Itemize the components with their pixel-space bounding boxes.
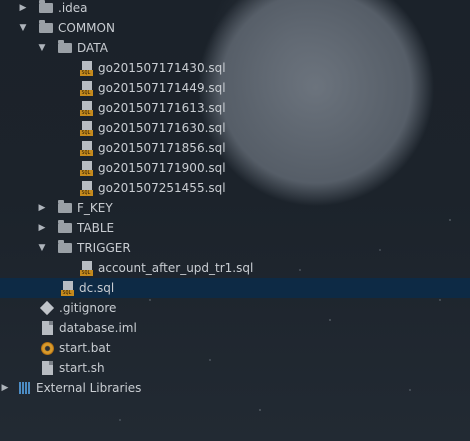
tree-item-dc-sql[interactable]: SQL dc.sql [0,278,470,298]
tree-item-common[interactable]: ▼ COMMON [0,18,470,38]
tree-item-label: database.iml [59,321,137,335]
collapse-arrow-icon[interactable]: ▼ [18,18,28,38]
sql-file-icon: SQL [78,160,94,176]
tree-item-sql-file[interactable]: SQL go201507171430.sql [0,58,470,78]
tree-item-idea[interactable]: ▶ .idea [0,0,470,18]
sql-file-icon: SQL [78,260,94,276]
tree-item-data[interactable]: ▼ DATA [0,38,470,58]
expand-arrow-icon[interactable]: ▶ [0,378,10,398]
sql-file-icon: SQL [78,140,94,156]
tree-item-start-bat[interactable]: start.bat [0,338,470,358]
tree-item-label: start.sh [59,361,105,375]
folder-icon [57,240,73,256]
tree-item-label: account_after_upd_tr1.sql [98,261,254,275]
tree-item-sql-file[interactable]: SQL go201507171630.sql [0,118,470,138]
folder-icon [57,200,73,216]
tree-item-label: External Libraries [36,381,142,395]
expand-arrow-icon[interactable]: ▶ [37,198,47,218]
tree-item-sql-file[interactable]: SQL go201507171856.sql [0,138,470,158]
shell-file-icon [39,360,55,376]
folder-icon [57,40,73,56]
sql-file-icon: SQL [78,60,94,76]
tree-item-sql-file[interactable]: SQL go201507171449.sql [0,78,470,98]
tree-item-sql-file[interactable]: SQL account_after_upd_tr1.sql [0,258,470,278]
sql-file-icon: SQL [78,80,94,96]
tree-item-label: go201507171449.sql [98,81,226,95]
collapse-arrow-icon[interactable]: ▼ [37,238,47,258]
sql-file-icon: SQL [78,100,94,116]
tree-item-label: TRIGGER [77,241,131,255]
tree-item-label: TABLE [77,221,115,235]
tree-item-sql-file[interactable]: SQL go201507171613.sql [0,98,470,118]
tree-item-start-sh[interactable]: start.sh [0,358,470,378]
tree-item-label: go201507251455.sql [98,181,226,195]
tree-item-label: go201507171630.sql [98,121,226,135]
libraries-icon [16,380,32,396]
tree-item-label: DATA [77,41,108,55]
tree-item-label: go201507171430.sql [98,61,226,75]
tree-item-trigger[interactable]: ▼ TRIGGER [0,238,470,258]
tree-item-label: start.bat [59,341,111,355]
batch-file-icon [39,340,55,356]
tree-item-label: dc.sql [79,281,115,295]
tree-item-f-key[interactable]: ▶ F_KEY [0,198,470,218]
expand-arrow-icon[interactable]: ▶ [37,218,47,238]
tree-item-label: .idea [58,1,88,15]
tree-item-sql-file[interactable]: SQL go201507251455.sql [0,178,470,198]
collapse-arrow-icon[interactable]: ▼ [37,38,47,58]
gitignore-icon [39,300,55,316]
tree-item-label: go201507171856.sql [98,141,226,155]
tree-item-sql-file[interactable]: SQL go201507171900.sql [0,158,470,178]
sql-file-icon: SQL [78,120,94,136]
tree-item-label: go201507171900.sql [98,161,226,175]
tree-item-label: COMMON [58,21,115,35]
sql-file-icon: SQL [59,280,75,296]
tree-item-external-libraries[interactable]: ▶ External Libraries [0,378,470,398]
folder-icon [38,20,54,36]
sql-file-icon: SQL [78,180,94,196]
folder-icon [57,220,73,236]
tree-item-label: go201507171613.sql [98,101,226,115]
tree-item-label: F_KEY [77,201,113,215]
tree-item-table[interactable]: ▶ TABLE [0,218,470,238]
tree-item-database-iml[interactable]: database.iml [0,318,470,338]
tree-item-label: .gitignore [59,301,117,315]
folder-icon [38,0,54,16]
module-file-icon [39,320,55,336]
expand-arrow-icon[interactable]: ▶ [18,0,28,18]
tree-item-gitignore[interactable]: .gitignore [0,298,470,318]
